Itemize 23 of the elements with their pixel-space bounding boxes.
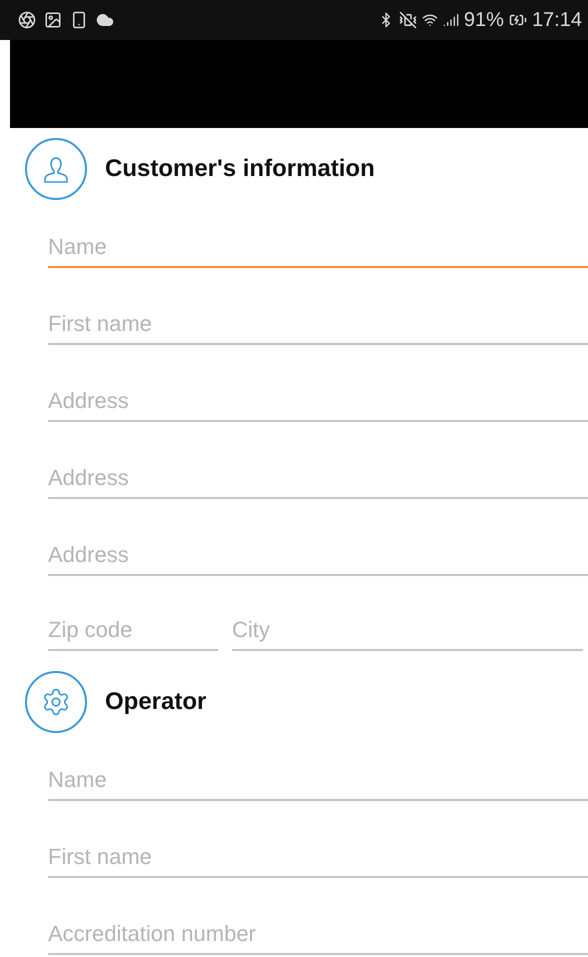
person-icon	[42, 154, 70, 184]
input-field[interactable]: First name	[48, 305, 588, 345]
input-field[interactable]: Address	[48, 536, 588, 576]
cloud-icon	[96, 11, 114, 29]
wifi-icon	[422, 12, 438, 28]
section-title: Operator	[105, 687, 206, 717]
clock-time: 17:14	[532, 8, 582, 33]
settings-icon	[41, 687, 71, 717]
image-icon	[44, 11, 62, 29]
signal-icon	[442, 12, 459, 28]
input-field[interactable]: Address	[48, 459, 588, 499]
input-field[interactable]: Zip code	[48, 611, 218, 651]
input-field[interactable]: Name	[48, 228, 588, 268]
battery-percent: 91%	[464, 8, 504, 33]
input-field[interactable]: Name	[48, 761, 588, 801]
aperture-icon	[18, 11, 36, 29]
input-field[interactable]: Address	[48, 382, 588, 422]
phone-icon	[70, 11, 88, 29]
vibrate-off-icon	[398, 11, 417, 29]
section-title: Customer's information	[105, 154, 375, 184]
input-field[interactable]: City	[232, 611, 583, 651]
input-field[interactable]: Accreditation number	[48, 915, 588, 955]
input-field[interactable]: First name	[48, 838, 588, 878]
